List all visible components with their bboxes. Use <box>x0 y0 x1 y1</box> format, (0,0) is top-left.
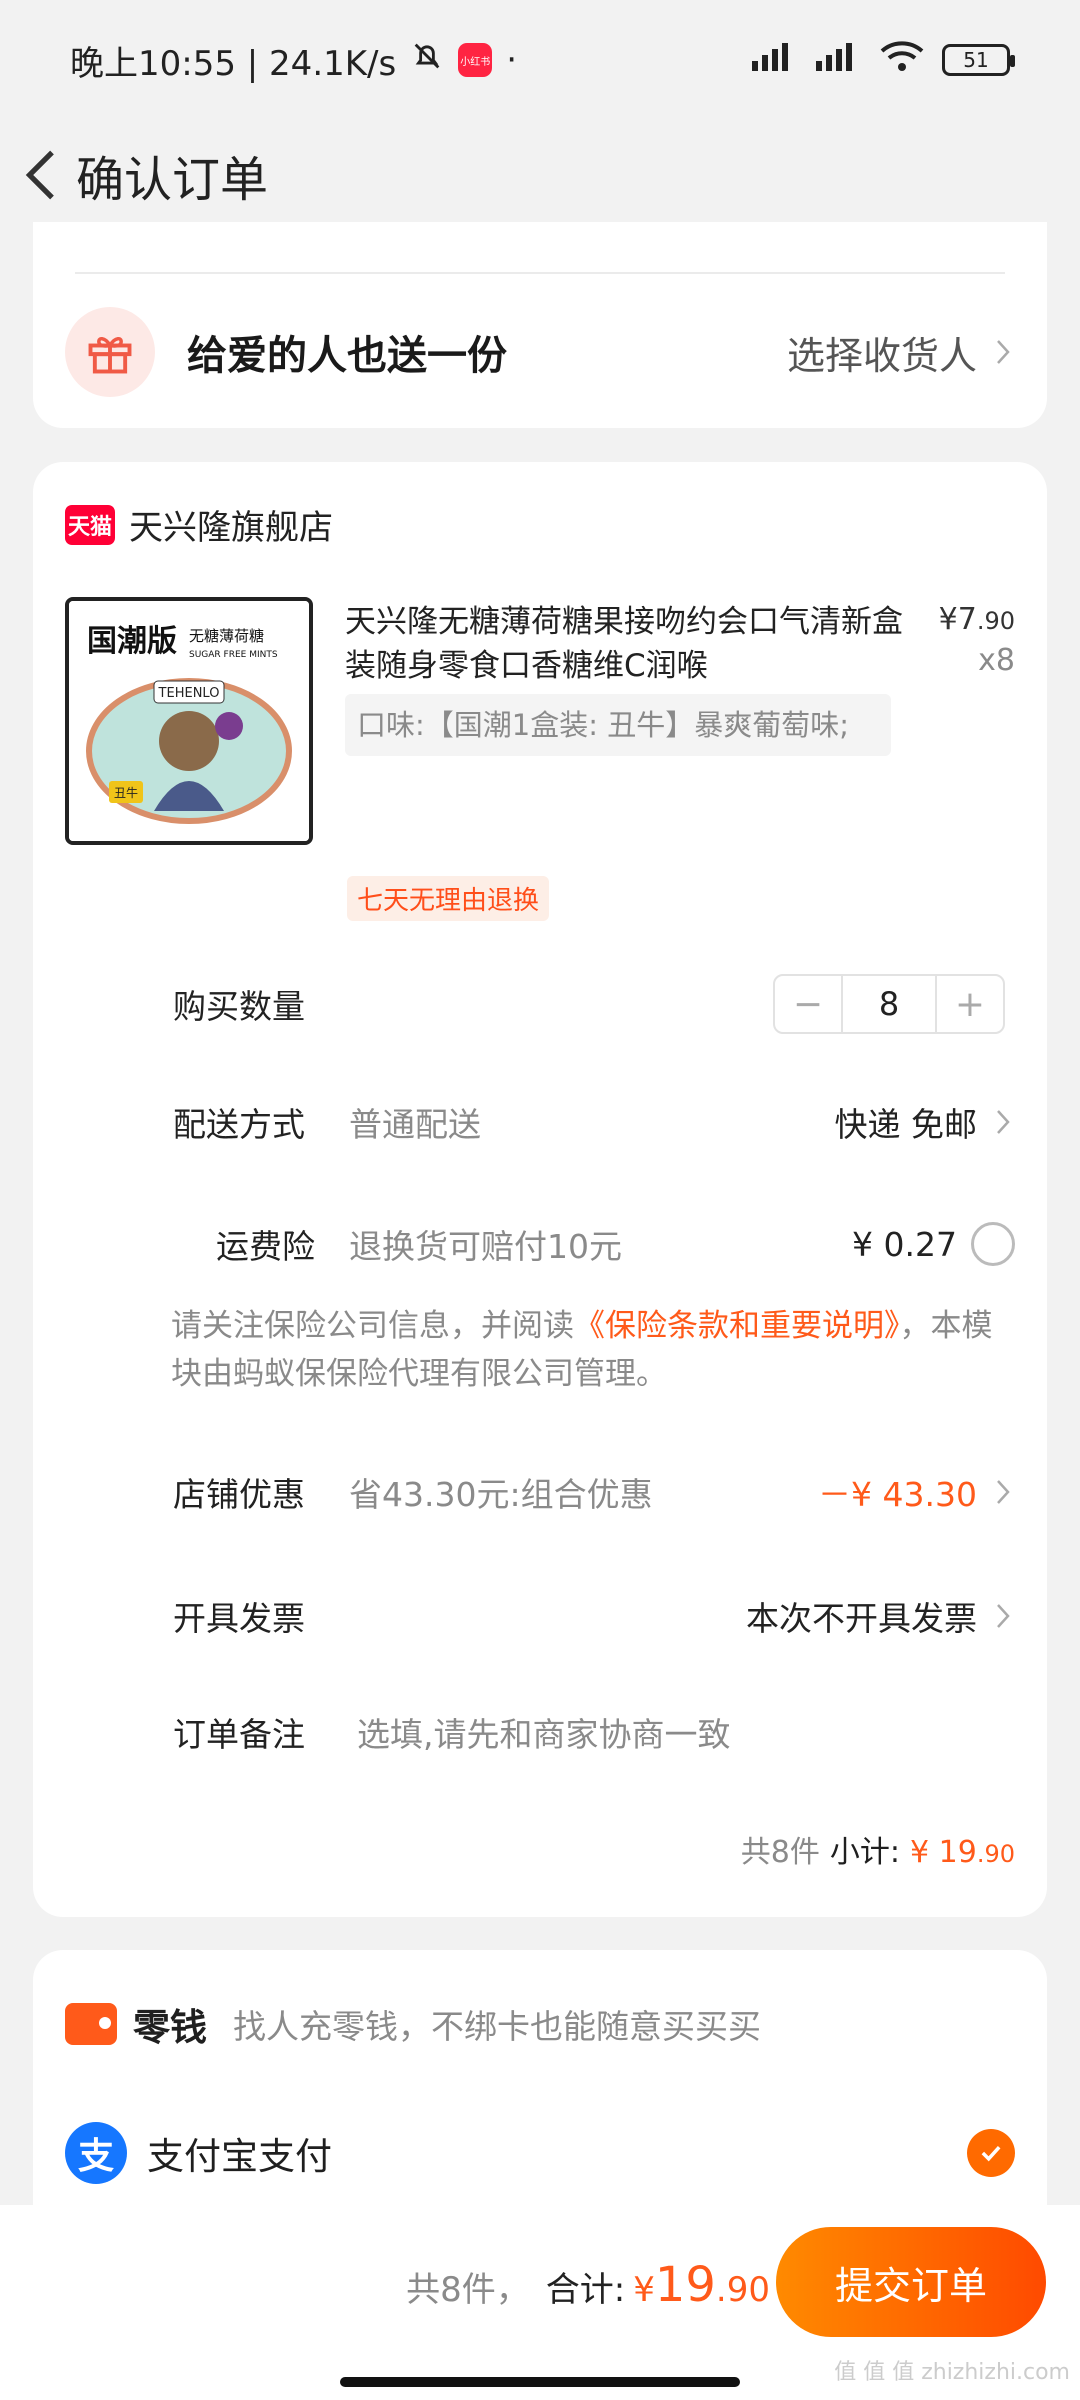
status-dot: · <box>506 40 518 80</box>
wallet-title: 零钱 <box>133 2006 207 2049</box>
store-name: 天兴隆旗舰店 <box>129 508 333 548</box>
total-count: 共8件， <box>406 2270 530 2310</box>
return-policy-badge: 七天无理由退换 <box>347 876 550 921</box>
mute-bell-icon <box>410 39 444 82</box>
subtotal-dec: .90 <box>976 1840 1015 1868</box>
wallet-row[interactable]: 零钱 找人充零钱，不绑卡也能随意买买买 <box>65 1992 1015 2056</box>
product-image-brand: TEHENLO <box>158 686 220 701</box>
increase-button[interactable]: + <box>937 976 1003 1032</box>
wifi-icon <box>880 39 924 82</box>
signal-hd-icon <box>816 40 862 80</box>
chevron-right-icon <box>991 1596 1015 1636</box>
quantity-stepper: − 8 + <box>773 974 1005 1034</box>
insurance-radio[interactable] <box>971 1222 1015 1266</box>
chevron-right-icon <box>991 332 1015 372</box>
status-time: 晚上10:55 | 24.1K/s <box>70 43 397 84</box>
product-image-subtitle: 无糖薄荷糖 <box>189 627 264 645</box>
insurance-row: 运费险 退换货可赔付10元 ¥ 0.27 <box>173 1214 1015 1274</box>
subtotal-int: 19 <box>938 1835 977 1870</box>
subtotal-count: 共8件 <box>740 1835 820 1870</box>
gift-row[interactable]: 给爱的人也送一份 选择收货人 <box>65 304 1015 400</box>
store-header[interactable]: 天猫 天兴隆旗舰店 <box>65 500 333 549</box>
invoice-label: 开具发票 <box>173 1599 305 1638</box>
unit-price-dec: .90 <box>976 607 1015 635</box>
delivery-row[interactable]: 配送方式 普通配送 快递 免邮 <box>173 1092 1015 1152</box>
chevron-right-icon <box>991 1102 1015 1142</box>
divider <box>75 272 1005 274</box>
quantity-row: 购买数量 − 8 + <box>173 972 1015 1036</box>
checkout-bar: 共8件， 合计: ¥ 19 .90 提交订单 值 值 值 zhizhizhi.c… <box>0 2205 1080 2400</box>
gift-title: 给爱的人也送一份 <box>187 333 507 379</box>
subtotal: 共8件 小计: ¥ 19.90 <box>741 1827 1015 1871</box>
product-image-zodiac: 丑牛 <box>114 785 138 800</box>
quantity-input[interactable]: 8 <box>841 976 937 1032</box>
product-image[interactable]: 国潮版 无糖薄荷糖 SUGAR FREE MINTS TEHENLO 丑牛 <box>65 597 313 845</box>
store-discount-row[interactable]: 店铺优惠 省43.30元:组合优惠 －¥ 43.30 <box>173 1462 1015 1522</box>
select-recipient-label: 选择收货人 <box>786 333 977 378</box>
discount-desc: 省43.30元:组合优惠 <box>349 1475 653 1514</box>
alipay-row[interactable]: 支 支付宝支付 <box>65 2118 1015 2188</box>
wallet-subtitle: 找人充零钱，不绑卡也能随意买买买 <box>233 2007 761 2046</box>
insurance-terms-link[interactable]: 《保险条款和重要说明》 <box>574 1308 900 1344</box>
wallet-icon <box>65 2003 117 2045</box>
home-indicator[interactable] <box>340 2377 740 2387</box>
invoice-value: 本次不开具发票 <box>746 1599 977 1638</box>
remark-label: 订单备注 <box>173 1715 305 1754</box>
order-card: 天猫 天兴隆旗舰店 国潮版 无糖薄荷糖 SUGAR FREE MINTS TEH… <box>33 462 1047 1917</box>
alipay-label: 支付宝支付 <box>147 2135 332 2178</box>
gift-card: 给爱的人也送一份 选择收货人 <box>33 222 1047 428</box>
chevron-right-icon <box>991 1472 1015 1512</box>
product-image-subtitle-en: SUGAR FREE MINTS <box>189 650 278 660</box>
battery-icon: 51 <box>942 44 1015 76</box>
tmall-icon: 天猫 <box>65 504 115 545</box>
subtotal-yen: ¥ <box>910 1835 930 1870</box>
check-icon[interactable] <box>967 2129 1015 2177</box>
nav-bar: 确认订单 <box>0 120 1080 230</box>
remark-row: 订单备注 选填,请先和商家协商一致 <box>173 1702 1015 1762</box>
price-block: ¥7.90 x8 <box>939 602 1015 678</box>
delivery-label: 配送方式 <box>173 1105 305 1144</box>
delivery-method: 普通配送 <box>349 1105 481 1144</box>
discount-label: 店铺优惠 <box>173 1475 305 1514</box>
subtotal-label: 小计: <box>829 1835 900 1870</box>
total-label: 合计: <box>545 2270 626 2310</box>
product-image-edition: 国潮版 <box>87 624 177 659</box>
insurance-notice: 请关注保险公司信息，并阅读《保险条款和重要说明》，本模块由蚂蚁保保险代理有限公司… <box>171 1302 1007 1398</box>
discount-value: －¥ 43.30 <box>818 1475 977 1514</box>
total-summary: 共8件， 合计: ¥ 19 .90 <box>406 2257 770 2313</box>
unit-price-yen: ¥ <box>938 602 958 637</box>
delivery-value: 快递 免邮 <box>834 1105 978 1144</box>
subtotal-amount: ¥ 19.90 <box>910 1835 1015 1870</box>
total-dec: .90 <box>715 2270 770 2310</box>
select-recipient-button[interactable]: 选择收货人 <box>787 325 1015 380</box>
back-icon[interactable] <box>10 145 70 205</box>
remark-input[interactable]: 选填,请先和商家协商一致 <box>357 1708 731 1756</box>
quantity-multiplier: x8 <box>978 643 1015 678</box>
alipay-icon: 支 <box>65 2122 127 2184</box>
insurance-desc: 退换货可赔付10元 <box>349 1227 622 1266</box>
watermark: 值 值 值 zhizhizhi.com <box>834 2360 1070 2385</box>
signal-icon <box>752 40 798 80</box>
xiaohongshu-icon: 小红书 <box>458 43 493 77</box>
invoice-row[interactable]: 开具发票 本次不开具发票 <box>173 1586 1015 1646</box>
insurance-label: 运费险 <box>216 1227 315 1266</box>
decrease-button[interactable]: − <box>775 976 841 1032</box>
total-int: 19 <box>654 2257 716 2313</box>
insurance-price: ¥ 0.27 <box>852 1224 957 1264</box>
unit-price: ¥7.90 <box>939 602 1015 637</box>
product-title[interactable]: 天兴隆无糖薄荷糖果接吻约会口气清新盒装随身零食口香糖维C润喉 <box>345 600 905 688</box>
quantity-label: 购买数量 <box>173 987 305 1026</box>
status-bar: 晚上10:55 | 24.1K/s 小红书 · 51 <box>0 0 1080 120</box>
total-yen: ¥ <box>633 2270 655 2310</box>
page-title: 确认订单 <box>76 152 269 208</box>
gift-icon <box>65 307 155 397</box>
submit-order-button[interactable]: 提交订单 <box>776 2227 1046 2337</box>
notice-prefix: 请关注保险公司信息，并阅读 <box>171 1308 574 1344</box>
product-spec[interactable]: 口味:【国潮1盒装: 丑牛】暴爽葡萄味; <box>345 694 891 756</box>
unit-price-int: 7 <box>957 602 977 637</box>
